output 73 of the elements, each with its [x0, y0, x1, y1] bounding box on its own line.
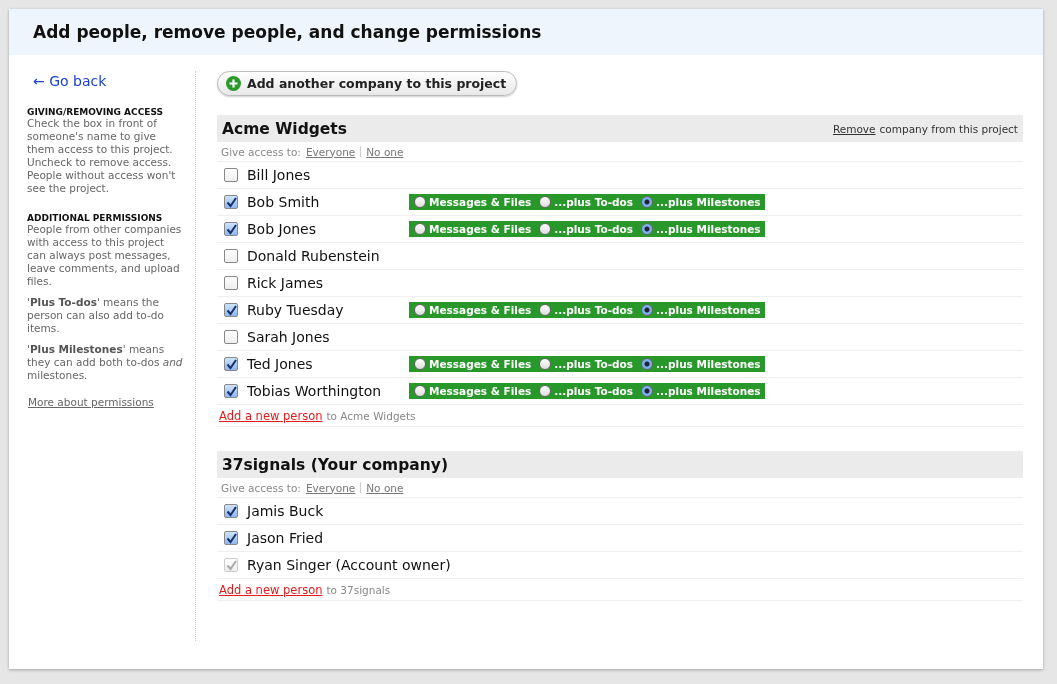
radio-button[interactable]	[539, 385, 552, 397]
add-person-label: to 37signals	[326, 583, 391, 596]
person-name: Tobias Worthington	[247, 383, 383, 399]
radio-button[interactable]	[641, 385, 654, 397]
permission-label: ...plus To-dos	[554, 385, 634, 397]
plus-icon	[226, 76, 241, 91]
radio-button[interactable]	[539, 223, 552, 235]
remove-label: company from this project	[879, 122, 1018, 135]
permission-option[interactable]: ...plus To-dos	[539, 196, 634, 208]
everyone-link[interactable]: Everyone	[305, 145, 356, 158]
sidebar-heading: GIVING/REMOVING ACCESS	[27, 107, 164, 117]
add-person-link[interactable]: Add a new person	[219, 408, 323, 423]
person-name: Bob Smith	[247, 194, 321, 210]
permission-label: ...plus To-dos	[554, 196, 634, 208]
permission-label: ...plus To-dos	[554, 358, 634, 370]
checkbox[interactable]	[224, 276, 238, 290]
checkbox[interactable]	[224, 222, 238, 236]
no-one-link[interactable]: No one	[366, 481, 404, 494]
radio-button[interactable]	[641, 304, 654, 316]
give-access-label: Give access to:	[221, 481, 301, 494]
radio-button[interactable]	[641, 358, 654, 370]
radio-button[interactable]	[414, 358, 426, 370]
checkbox[interactable]	[224, 357, 238, 371]
permission-option[interactable]: ...plus To-dos	[539, 358, 634, 370]
person-name: Jason Fried	[247, 530, 325, 546]
person-name: Sarah Jones	[247, 329, 331, 345]
checkbox[interactable]	[224, 249, 238, 263]
sidebar-paragraph: 'Plus To-dos' means the person can also add to-do items.	[27, 296, 165, 335]
checkbox[interactable]	[224, 384, 238, 398]
add-person-label: to Acme Widgets	[326, 409, 416, 422]
company-name: Acme Widgets	[222, 119, 347, 138]
person-name: Bob Jones	[247, 221, 317, 237]
add-person-link[interactable]: Add a new person	[219, 582, 323, 597]
person-name: Bill Jones	[247, 167, 312, 183]
permission-label: ...plus To-dos	[554, 223, 634, 235]
person-name: Ted Jones	[247, 356, 314, 372]
radio-button[interactable]	[539, 358, 552, 370]
radio-button[interactable]	[414, 304, 426, 316]
checkbox[interactable]	[224, 303, 238, 317]
radio-button[interactable]	[414, 196, 426, 208]
permission-option[interactable]: ...plus To-dos	[539, 304, 634, 316]
checkbox[interactable]	[224, 531, 238, 545]
permission-option[interactable]: ...plus To-dos	[539, 223, 634, 235]
checkbox[interactable]	[224, 195, 238, 209]
person-name: Rick James	[247, 275, 325, 291]
permission-label: ...plus To-dos	[554, 304, 634, 316]
give-access-label: Give access to:	[221, 145, 301, 158]
company-name: 37signals (Your company)	[222, 455, 448, 474]
everyone-link[interactable]: Everyone	[305, 481, 356, 494]
checkbox[interactable]	[224, 504, 238, 518]
sidebar-paragraph: 'Plus Milestones' means they can add both to-dos and milestones.	[27, 343, 184, 382]
radio-button[interactable]	[539, 304, 552, 316]
permission-option[interactable]: ...plus To-dos	[539, 385, 634, 397]
page-title: Add people, remove people, and change permissions	[9, 9, 1043, 55]
radio-button[interactable]	[641, 223, 654, 235]
person-name: Donald Rubenstein	[247, 248, 381, 264]
add-company-button[interactable]: Add another company to this project	[217, 71, 518, 96]
go-back-link[interactable]: ← Go back	[33, 73, 107, 89]
radio-button[interactable]	[539, 196, 552, 208]
sidebar-heading: ADDITIONAL PERMISSIONS	[27, 213, 164, 223]
remove-link[interactable]: Remove	[832, 122, 876, 135]
radio-button[interactable]	[414, 223, 426, 235]
checkbox[interactable]	[224, 168, 238, 182]
more-about-permissions-link[interactable]: More about permissions	[28, 396, 154, 408]
person-name: Ruby Tuesday	[247, 302, 345, 318]
person-name: Ryan Singer (Account owner)	[247, 557, 451, 573]
sidebar-paragraph: Check the box in front of someone's name to give them access to this project. Uncheck to remove access. People without access won't see the project.	[27, 117, 177, 195]
no-one-link[interactable]: No one	[366, 145, 404, 158]
checkbox[interactable]	[224, 330, 238, 344]
radio-button[interactable]	[641, 196, 654, 208]
radio-button[interactable]	[414, 385, 426, 397]
person-name: Jamis Buck	[247, 503, 325, 519]
sidebar-paragraph: People from other companies with access to this project can always post messages, leave comments, and upload files.	[27, 223, 183, 288]
